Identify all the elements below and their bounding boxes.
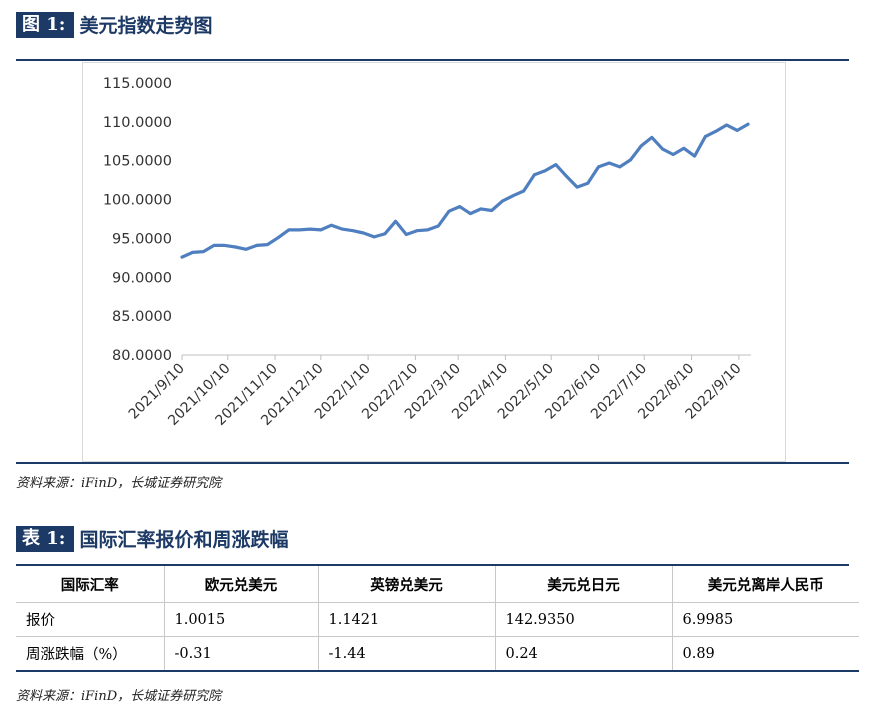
data-point bbox=[383, 232, 387, 236]
row-label: 报价 bbox=[16, 602, 164, 637]
data-point bbox=[746, 122, 750, 126]
data-point bbox=[180, 255, 184, 259]
header-cell: 美元兑日元 bbox=[494, 566, 672, 603]
figure-bottom-rule bbox=[16, 462, 849, 464]
data-point bbox=[266, 243, 269, 247]
data-point bbox=[543, 169, 547, 173]
table-title: 国际汇率报价和周涨跌幅 bbox=[79, 529, 289, 551]
data-point bbox=[479, 207, 483, 211]
data-point bbox=[650, 136, 654, 139]
table-cell: 6.9985 bbox=[671, 602, 859, 637]
data-point bbox=[276, 236, 280, 240]
data-point bbox=[597, 165, 600, 169]
data-point bbox=[468, 212, 472, 215]
table-cell: 0.89 bbox=[671, 636, 859, 672]
header-cell: 美元兑离岸人民币 bbox=[671, 566, 859, 603]
data-point bbox=[255, 244, 259, 247]
data-point bbox=[703, 135, 707, 139]
row-label: 周涨跌幅（%） bbox=[16, 636, 164, 672]
figure-source-note: 资料来源：iFinD，长城证券研究院 bbox=[16, 476, 222, 491]
y-tick-label: 115.0000 bbox=[103, 76, 172, 92]
data-point bbox=[490, 209, 494, 212]
table-caption: 表 1: 国际汇率报价和周涨跌幅 bbox=[16, 525, 288, 552]
y-tick-label: 85.0000 bbox=[112, 309, 172, 325]
data-point bbox=[639, 144, 643, 148]
data-point bbox=[618, 165, 622, 169]
data-point bbox=[725, 123, 729, 127]
data-point bbox=[394, 219, 397, 223]
table-cell: -0.31 bbox=[163, 636, 318, 672]
table-source-note: 资料来源：iFinD，长城证券研究院 bbox=[16, 689, 222, 704]
table-cell: 142.9350 bbox=[494, 602, 672, 637]
data-point bbox=[201, 250, 205, 254]
figure-tag: 图 1: bbox=[16, 11, 75, 38]
data-point bbox=[426, 228, 430, 232]
data-point bbox=[298, 228, 301, 232]
table-cell: 1.0015 bbox=[163, 602, 318, 637]
fx-quote-table: 国际汇率 欧元兑美元 英镑兑美元 美元兑日元 美元兑离岸人民币 报价 1.001… bbox=[16, 566, 859, 672]
table-row: 报价 1.0015 1.1421 142.9350 6.9985 bbox=[16, 602, 859, 637]
data-point bbox=[351, 229, 355, 233]
table-cell: 1.1421 bbox=[317, 602, 495, 637]
data-point bbox=[447, 209, 451, 213]
dollar-index-line-chart: 80.0000 85.0000 90.0000 95.0000 100.0000 105.… bbox=[82, 62, 786, 462]
data-point bbox=[586, 181, 590, 185]
data-point bbox=[500, 199, 504, 203]
data-point bbox=[436, 224, 440, 228]
data-point bbox=[362, 231, 365, 235]
table-cell: -1.44 bbox=[317, 636, 495, 672]
data-point bbox=[308, 227, 312, 231]
data-point bbox=[565, 174, 568, 178]
data-point bbox=[575, 185, 579, 189]
y-tick-label: 100.0000 bbox=[103, 193, 172, 209]
data-point bbox=[319, 228, 323, 232]
header-cell: 欧元兑美元 bbox=[163, 566, 318, 603]
data-point bbox=[554, 163, 558, 166]
y-tick-label: 80.0000 bbox=[112, 348, 172, 364]
y-tick-label: 95.0000 bbox=[112, 231, 172, 247]
y-tick-label: 90.0000 bbox=[112, 270, 172, 286]
data-point bbox=[233, 245, 237, 249]
header-cell: 国际汇率 bbox=[60, 577, 119, 594]
data-point bbox=[511, 194, 515, 198]
data-point bbox=[607, 161, 611, 165]
data-point bbox=[522, 189, 526, 193]
table-header-row: 国际汇率 欧元兑美元 英镑兑美元 美元兑日元 美元兑离岸人民币 bbox=[16, 566, 859, 603]
data-point bbox=[735, 129, 739, 132]
data-point bbox=[458, 205, 462, 208]
data-point bbox=[714, 129, 718, 133]
data-point bbox=[415, 229, 419, 233]
data-point bbox=[223, 244, 227, 247]
header-cell: 英镑兑美元 bbox=[317, 566, 495, 603]
y-tick-label: 110.0000 bbox=[103, 115, 172, 131]
table-row: 周涨跌幅（%） -0.31 -1.44 0.24 0.89 bbox=[16, 636, 859, 672]
data-point bbox=[693, 154, 697, 158]
data-point bbox=[682, 146, 686, 150]
data-point bbox=[661, 147, 664, 151]
data-point bbox=[671, 153, 675, 156]
data-point bbox=[629, 158, 632, 162]
y-tick-label: 105.0000 bbox=[103, 154, 172, 170]
data-point bbox=[533, 173, 536, 177]
table-cell: 0.24 bbox=[494, 636, 672, 672]
figure-title: 美元指数走势图 bbox=[79, 15, 213, 37]
figure-top-rule bbox=[16, 59, 849, 61]
data-point bbox=[404, 233, 408, 236]
figure-caption: 图 1: 美元指数走势图 bbox=[16, 11, 212, 38]
data-point bbox=[191, 251, 195, 254]
data-point bbox=[212, 244, 216, 247]
data-point bbox=[330, 223, 333, 227]
data-point bbox=[372, 235, 376, 239]
data-point bbox=[340, 227, 344, 231]
table-tag: 表 1: bbox=[16, 525, 75, 552]
data-point bbox=[287, 228, 291, 232]
data-point bbox=[244, 247, 248, 251]
